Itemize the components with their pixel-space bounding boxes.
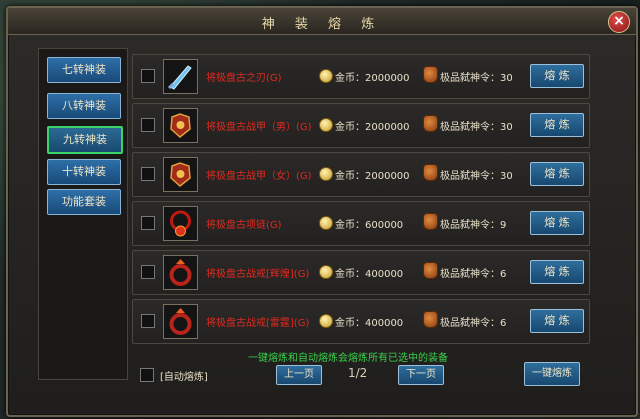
row-checkbox[interactable] — [141, 167, 155, 181]
red-necklace-icon — [164, 207, 197, 240]
gold-coin-icon — [319, 118, 333, 132]
row-checkbox[interactable] — [141, 314, 155, 328]
item-name: 将极盘古战甲（男）(G) — [206, 122, 312, 133]
page-indicator: 1/2 — [348, 366, 368, 380]
material-cost: 极品弑神令：30 — [440, 171, 513, 182]
gold-cost: 金币：400000 — [335, 318, 404, 329]
sidebar-item-7[interactable]: 七转神装 — [47, 57, 121, 83]
equipment-list: 将极盘古之刃(G) 金币：2000000 极品弑神令：30 熔 炼 将极盘古战甲… — [132, 48, 610, 346]
next-page-button[interactable]: 下一页 — [398, 365, 444, 385]
row-checkbox[interactable] — [141, 69, 155, 83]
item-slot[interactable] — [163, 206, 198, 241]
smelt-window: 神 装 熔 炼 × 七转神装 八转神装 九转神装 十转神装 功能套装 将极盘古之… — [6, 6, 638, 417]
smelt-all-button[interactable]: 一键熔炼 — [524, 362, 580, 386]
list-item: 将极盘古战戒[辉煌](G) 金币：400000 极品弑神令：6 熔 炼 — [132, 250, 590, 295]
gold-cost: 金币：400000 — [335, 269, 404, 280]
sidebar-item-10[interactable]: 十转神装 — [47, 159, 121, 185]
row-checkbox[interactable] — [141, 216, 155, 230]
token-bag-icon — [423, 213, 438, 230]
sidebar-item-8[interactable]: 八转神装 — [47, 93, 121, 119]
list-item: 将极盘古战甲（男）(G) 金币：2000000 极品弑神令：30 熔 炼 — [132, 103, 590, 148]
list-item: 将极盘古战戒[雷霆](G) 金币：400000 极品弑神令：6 熔 炼 — [132, 299, 590, 344]
smelt-button[interactable]: 熔 炼 — [530, 260, 584, 284]
blue-blade-icon — [164, 60, 197, 93]
close-button[interactable]: × — [608, 11, 630, 33]
smelt-button[interactable]: 熔 炼 — [530, 64, 584, 88]
list-item: 将极盘古战甲（女）(G) 金币：2000000 极品弑神令：30 熔 炼 — [132, 152, 590, 197]
red-ring-icon — [164, 305, 197, 338]
material-cost: 极品弑神令：30 — [440, 122, 513, 133]
window-title: 神 装 熔 炼 — [261, 17, 383, 32]
red-armor-icon — [164, 158, 197, 191]
item-slot[interactable] — [163, 255, 198, 290]
smelt-button[interactable]: 熔 炼 — [530, 309, 584, 333]
gold-cost: 金币：600000 — [335, 220, 404, 231]
sidebar-item-9[interactable]: 九转神装 — [47, 126, 123, 154]
footer-bar: [自动熔炼] 上一页 1/2 下一页 一键熔炼 — [8, 360, 636, 390]
item-slot[interactable] — [163, 108, 198, 143]
material-cost: 极品弑神令：6 — [440, 318, 507, 329]
material-cost: 极品弑神令：30 — [440, 73, 513, 84]
item-name: 将极盘古项链(G) — [206, 220, 282, 231]
smelt-button[interactable]: 熔 炼 — [530, 113, 584, 137]
material-cost: 极品弑神令：9 — [440, 220, 507, 231]
item-name: 将极盘古战戒[雷霆](G) — [206, 318, 310, 329]
material-cost: 极品弑神令：6 — [440, 269, 507, 280]
item-name: 将极盘古之刃(G) — [206, 73, 282, 84]
gold-cost: 金币：2000000 — [335, 171, 410, 182]
prev-page-button[interactable]: 上一页 — [276, 365, 322, 385]
row-checkbox[interactable] — [141, 265, 155, 279]
gold-cost: 金币：2000000 — [335, 122, 410, 133]
item-name: 将极盘古战甲（女）(G) — [206, 171, 312, 182]
list-item: 将极盘古之刃(G) 金币：2000000 极品弑神令：30 熔 炼 — [132, 54, 590, 99]
red-ring-icon — [164, 256, 197, 289]
gold-cost: 金币：2000000 — [335, 73, 410, 84]
gold-coin-icon — [319, 167, 333, 181]
token-bag-icon — [423, 164, 438, 181]
item-slot[interactable] — [163, 59, 198, 94]
red-armor-icon — [164, 109, 197, 142]
category-sidebar: 七转神装 八转神装 九转神装 十转神装 功能套装 — [38, 48, 128, 380]
item-slot[interactable] — [163, 304, 198, 339]
gold-coin-icon — [319, 216, 333, 230]
gold-coin-icon — [319, 265, 333, 279]
token-bag-icon — [423, 115, 438, 132]
sidebar-item-function[interactable]: 功能套装 — [47, 189, 121, 215]
title-bar: 神 装 熔 炼 × — [8, 8, 636, 35]
token-bag-icon — [423, 311, 438, 328]
row-checkbox[interactable] — [141, 118, 155, 132]
gold-coin-icon — [319, 314, 333, 328]
auto-smelt-checkbox[interactable] — [140, 368, 154, 382]
smelt-button[interactable]: 熔 炼 — [530, 162, 584, 186]
smelt-button[interactable]: 熔 炼 — [530, 211, 584, 235]
auto-smelt-label: [自动熔炼] — [160, 372, 208, 383]
gold-coin-icon — [319, 69, 333, 83]
token-bag-icon — [423, 262, 438, 279]
list-item: 将极盘古项链(G) 金币：600000 极品弑神令：9 熔 炼 — [132, 201, 590, 246]
item-name: 将极盘古战戒[辉煌](G) — [206, 269, 310, 280]
token-bag-icon — [423, 66, 438, 83]
item-slot[interactable] — [163, 157, 198, 192]
